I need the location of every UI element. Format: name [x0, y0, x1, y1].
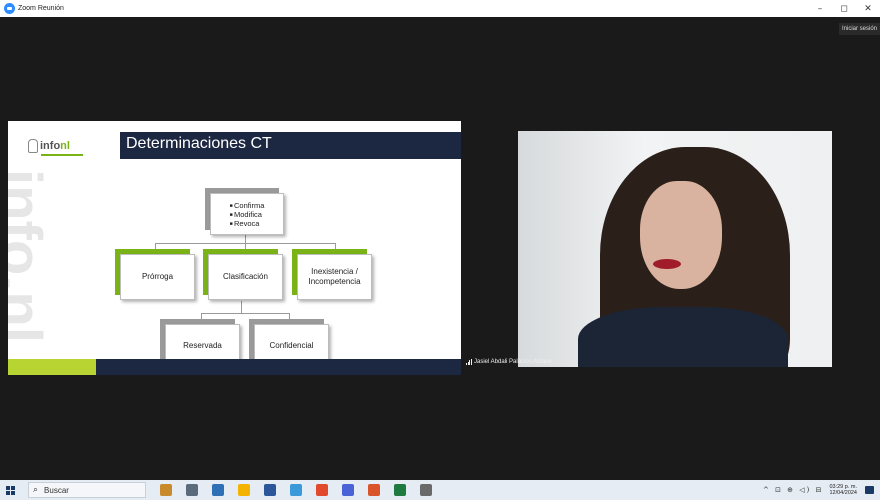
zoom-app-icon [4, 3, 15, 14]
list-item: Revoca [230, 219, 265, 228]
taskbar-app-icon[interactable] [290, 484, 302, 496]
participant-name: Jasiel Abdali Palacios Aldape [474, 359, 552, 365]
logo-underline [41, 154, 83, 156]
list-item: Confirma [230, 201, 264, 210]
infonl-logo: infonl [28, 139, 70, 153]
signal-strength-icon [466, 359, 472, 365]
start-button[interactable] [0, 480, 20, 500]
clock-date: 12/04/2024 [829, 490, 857, 496]
minimize-button[interactable]: – [808, 0, 832, 17]
taskbar-apps [160, 480, 446, 500]
search-icon: ⌕ [33, 485, 39, 495]
taskbar-app-icon[interactable] [264, 484, 276, 496]
box-clasificacion: Clasificación [203, 249, 283, 300]
taskbar-app-icon[interactable] [420, 484, 432, 496]
taskbar-app-icon[interactable] [342, 484, 354, 496]
taskbar-app-icon[interactable] [394, 484, 406, 496]
slide-footer-accent [8, 359, 96, 375]
taskbar-app-icon[interactable] [160, 484, 172, 496]
participant-name-label: Jasiel Abdali Palacios Aldape [466, 357, 552, 367]
windows-taskbar: ⌕ Buscar ^ ⊡ ⊕ ◁) ⊟ 03:29 p. m. 12/04/20… [0, 480, 880, 500]
windows-logo-icon [5, 485, 15, 495]
notification-icon[interactable] [865, 486, 874, 494]
taskbar-app-icon[interactable] [212, 484, 224, 496]
system-tray: ^ ⊡ ⊕ ◁) ⊟ 03:29 p. m. 12/04/2024 [763, 480, 880, 500]
taskbar-app-icon[interactable] [186, 484, 198, 496]
maximize-button[interactable]: ◻ [832, 0, 856, 17]
search-placeholder: Buscar [44, 485, 69, 495]
slide-title: Determinaciones CT [126, 135, 272, 152]
window-titlebar: Zoom Reunión – ◻ ✕ [0, 0, 880, 17]
logo-mark-icon [28, 139, 38, 153]
sign-in-button[interactable]: Iniciar sesión [838, 23, 880, 35]
box-determinations: Confirma Modifica Revoca [205, 188, 284, 235]
tray-icons[interactable]: ^ ⊡ ⊕ ◁) ⊟ [763, 486, 823, 494]
window-controls: – ◻ ✕ [808, 0, 880, 17]
logo-prefix: info [40, 140, 61, 152]
taskbar-app-icon[interactable] [238, 484, 250, 496]
taskbar-clock[interactable]: 03:29 p. m. 12/04/2024 [829, 484, 857, 497]
shared-screen-slide: info.nl infonl Determinaciones CT Confir… [8, 121, 461, 375]
connector [201, 313, 289, 314]
taskbar-app-icon[interactable] [316, 484, 328, 496]
meeting-stage: Iniciar sesión info.nl infonl Determinac… [0, 17, 880, 480]
close-button[interactable]: ✕ [856, 0, 880, 17]
logo-suffix: nl [60, 140, 70, 152]
window-title: Zoom Reunión [18, 5, 64, 12]
box-prorroga: Prórroga [115, 249, 195, 300]
determination-list: Confirma Modifica Revoca [230, 201, 265, 228]
connector [241, 301, 242, 313]
taskbar-app-icon[interactable] [368, 484, 380, 496]
taskbar-search[interactable]: ⌕ Buscar [28, 482, 146, 498]
list-item: Modifica [230, 210, 265, 219]
box-inexistencia: Inexistencia / Incompetencia [292, 249, 372, 300]
slide-watermark: info.nl [8, 169, 53, 343]
participant-video[interactable] [518, 131, 832, 367]
